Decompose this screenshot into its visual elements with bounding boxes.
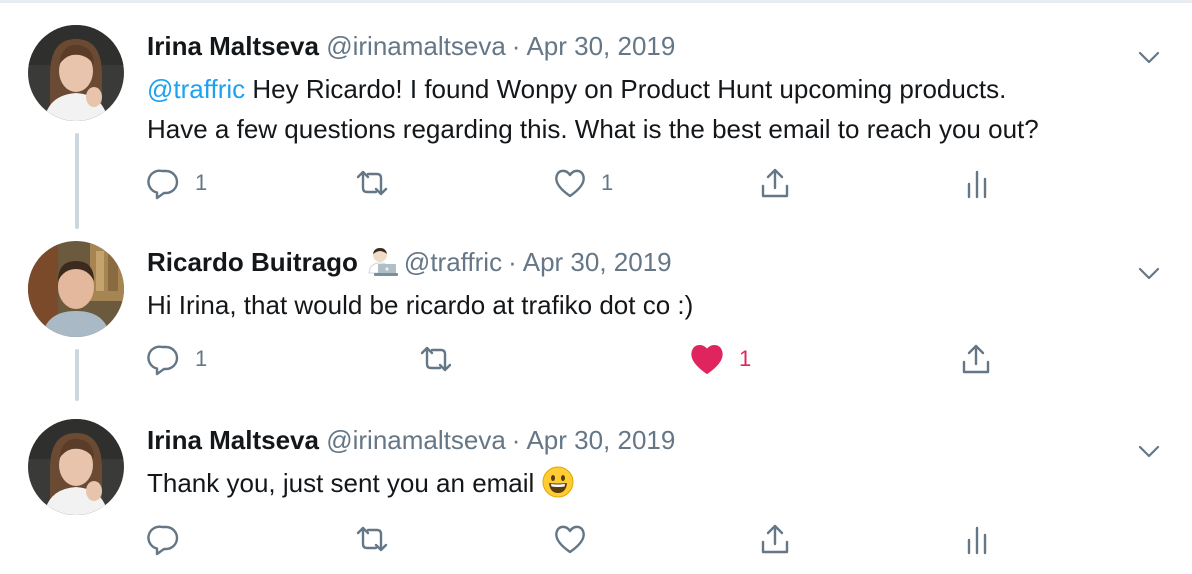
avatar-irina[interactable] [28, 419, 124, 515]
reply-count: 1 [195, 170, 208, 195]
share-button[interactable] [759, 519, 791, 559]
tweet-3[interactable]: Irina Maltseva @irinamaltseva · Apr 30, 20… [0, 419, 1192, 574]
chevron-down-icon[interactable] [1138, 445, 1160, 464]
grinning-emoji-icon [542, 466, 574, 509]
author-name[interactable]: Irina Maltseva [147, 31, 319, 61]
retweet-button[interactable] [418, 339, 454, 379]
tweet-date[interactable]: Apr 30, 2019 [523, 247, 672, 277]
author-handle[interactable]: @irinamaltseva [326, 31, 506, 61]
like-count: 1 [601, 170, 614, 195]
tweet-date[interactable]: Apr 30, 2019 [526, 31, 675, 61]
author-name[interactable]: Ricardo Buitrago [147, 247, 358, 277]
technologist-emoji-icon [364, 247, 398, 285]
share-button[interactable] [960, 339, 992, 379]
reply-icon [147, 522, 181, 556]
retweet-icon [354, 524, 390, 554]
retweet-button[interactable] [354, 519, 390, 559]
top-divider [0, 0, 1192, 3]
separator-dot: · [511, 31, 521, 61]
analytics-icon [965, 166, 989, 200]
analytics-button[interactable] [965, 519, 989, 559]
author-handle[interactable]: @irinamaltseva [326, 425, 506, 455]
chevron-down-icon[interactable] [1138, 51, 1160, 70]
analytics-icon [965, 522, 989, 556]
like-button[interactable]: 1 [553, 163, 613, 203]
mention-link[interactable]: @traffric [147, 74, 245, 104]
tweet-text-line-1: Thank you, just sent you an email [147, 468, 535, 498]
tweet-actions [0, 519, 1192, 559]
reply-button[interactable]: 1 [147, 163, 207, 203]
retweet-icon [418, 344, 454, 374]
share-button[interactable] [759, 163, 791, 203]
tweet-header: Irina Maltseva @irinamaltseva · Apr 30, 20… [147, 423, 675, 457]
like-count: 1 [739, 346, 752, 371]
heart-filled-icon [689, 342, 725, 376]
tweet-text: @traffric Hey Ricardo! I found Wonpy on … [147, 69, 1039, 149]
share-icon [759, 522, 791, 556]
separator-dot: · [508, 247, 517, 277]
tweet-text-line-1: Hi Irina, that would be ricardo at trafi… [147, 290, 694, 320]
tweet-text-line-2: Have a few questions regarding this. Wha… [147, 114, 1039, 144]
avatar-ricardo[interactable] [28, 241, 124, 337]
heart-icon [553, 167, 587, 199]
retweet-button[interactable] [354, 163, 390, 203]
tweet-text: Hi Irina, that would be ricardo at trafi… [147, 285, 693, 325]
tweet-text-line-1: Hey Ricardo! I found Wonpy on Product Hu… [245, 74, 1007, 104]
tweet-1[interactable]: Irina Maltseva @irinamaltseva · Apr 30, 20… [0, 25, 1192, 229]
reply-icon [147, 342, 181, 376]
tweet-2[interactable]: Ricardo Buitrago @traffric · Apr 30, 2019 … [0, 241, 1192, 401]
tweet-actions: 1 1 [0, 163, 1192, 203]
like-button[interactable] [553, 519, 587, 559]
analytics-button[interactable] [965, 163, 989, 203]
share-icon [759, 166, 791, 200]
author-name[interactable]: Irina Maltseva [147, 425, 319, 455]
tweet-date[interactable]: Apr 30, 2019 [526, 425, 675, 455]
heart-icon [553, 523, 587, 555]
reply-button[interactable] [147, 519, 181, 559]
share-icon [960, 342, 992, 376]
tweet-header: Irina Maltseva @irinamaltseva · Apr 30, 20… [147, 29, 675, 63]
reply-count: 1 [195, 346, 208, 371]
like-button[interactable]: 1 [689, 339, 751, 379]
retweet-icon [354, 168, 390, 198]
avatar-irina[interactable] [28, 25, 124, 121]
chevron-down-icon[interactable] [1138, 267, 1160, 286]
reply-icon [147, 166, 181, 200]
reply-button[interactable]: 1 [147, 339, 207, 379]
tweet-actions: 1 1 [0, 339, 1192, 379]
author-handle[interactable]: @traffric [404, 247, 502, 277]
tweet-text: Thank you, just sent you an email [147, 463, 574, 509]
tweet-header: Ricardo Buitrago @traffric · Apr 30, 2019 [147, 245, 672, 285]
separator-dot: · [511, 425, 521, 455]
